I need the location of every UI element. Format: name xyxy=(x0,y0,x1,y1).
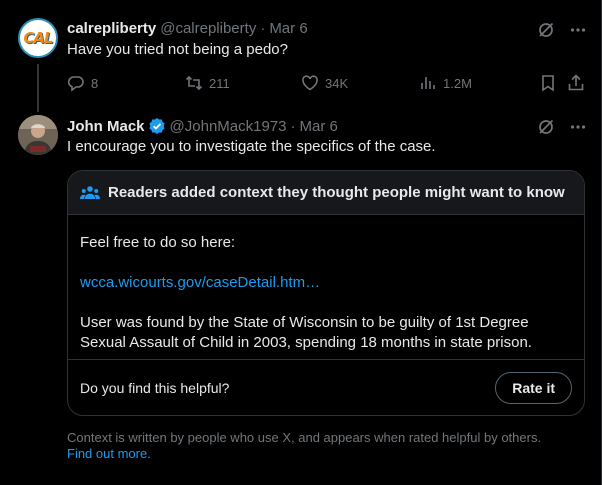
bookmark-button[interactable] xyxy=(539,74,557,92)
author-handle[interactable]: @calrepliberty xyxy=(160,20,256,37)
note-line: Feel free to do so here: xyxy=(80,234,236,251)
reply-icon xyxy=(67,76,84,92)
avatar-john-mack[interactable] xyxy=(18,115,58,155)
community-note-body: Feel free to do so here: wcca.wicourts.g… xyxy=(68,215,584,353)
rate-it-button[interactable]: Rate it xyxy=(495,371,572,404)
grok-icon[interactable] xyxy=(537,118,555,136)
heart-icon xyxy=(302,75,318,91)
conversation-view: CAL calrepliberty @calrepliberty · Mar 6… xyxy=(0,0,602,485)
like-count: 34K xyxy=(325,75,349,91)
more-options-icon[interactable] xyxy=(569,118,587,136)
separator-dot: · xyxy=(260,20,266,37)
author-handle[interactable]: @JohnMack1973 xyxy=(170,118,287,135)
views-count: 1.2M xyxy=(443,75,472,91)
community-note-card: Readers added context they thought peopl… xyxy=(67,170,585,416)
tweet2-header: John Mack @JohnMack1973 · Mar 6 xyxy=(67,117,338,135)
tweet1-header: calrepliberty @calrepliberty · Mar 6 xyxy=(67,20,308,37)
verified-badge-icon[interactable] xyxy=(148,117,166,135)
author-name[interactable]: John Mack xyxy=(67,118,145,135)
tweet1-action-bar: 8 211 34K 1.2M xyxy=(67,74,587,94)
separator-dot: · xyxy=(290,117,296,135)
people-icon xyxy=(80,185,100,199)
case-detail-link[interactable]: wcca.wicourts.gov/caseDetail.htm… xyxy=(80,274,320,291)
disclaimer-text: Context is written by people who use X, … xyxy=(67,430,542,445)
tweet1-text: Have you tried not being a pedo? xyxy=(67,41,288,58)
note-line: Sexual Assault of Child in 2003, spendin… xyxy=(80,334,532,351)
views-button[interactable]: 1.2M xyxy=(419,74,472,92)
like-button[interactable]: 34K xyxy=(301,74,348,92)
repost-button[interactable]: 211 xyxy=(185,74,230,92)
tweet2-header-actions xyxy=(537,118,587,136)
community-note-footer: Do you find this helpful? Rate it xyxy=(68,359,584,415)
tweet-date[interactable]: Mar 6 xyxy=(300,118,338,135)
views-icon xyxy=(421,77,435,89)
more-options-icon[interactable] xyxy=(569,21,587,39)
reply-button[interactable]: 8 xyxy=(67,74,98,92)
community-note-title: Readers added context they thought peopl… xyxy=(108,184,565,201)
note-line: User was found by the State of Wisconsin… xyxy=(80,314,529,331)
bookmark-icon xyxy=(542,75,554,92)
profile-photo xyxy=(18,115,58,155)
grok-icon[interactable] xyxy=(537,21,555,39)
tweet1-header-actions xyxy=(537,21,587,39)
thread-connector-line xyxy=(37,64,39,112)
tweet-date[interactable]: Mar 6 xyxy=(269,20,307,37)
repost-icon xyxy=(185,75,203,91)
tweet2-text: I encourage you to investigate the speci… xyxy=(67,138,436,155)
helpful-question: Do you find this helpful? xyxy=(80,379,230,396)
community-note-disclaimer: Context is written by people who use X, … xyxy=(67,430,541,462)
reply-count: 8 xyxy=(91,75,99,91)
community-note-header: Readers added context they thought peopl… xyxy=(68,171,584,215)
author-name[interactable]: calrepliberty xyxy=(67,20,156,37)
repost-count: 211 xyxy=(209,75,230,91)
avatar-calrepliberty[interactable]: CAL xyxy=(18,18,58,58)
find-out-more-link[interactable]: Find out more. xyxy=(67,446,151,461)
share-icon xyxy=(568,74,584,91)
avatar-logo-text: CAL xyxy=(23,29,53,47)
share-button[interactable] xyxy=(567,74,585,92)
